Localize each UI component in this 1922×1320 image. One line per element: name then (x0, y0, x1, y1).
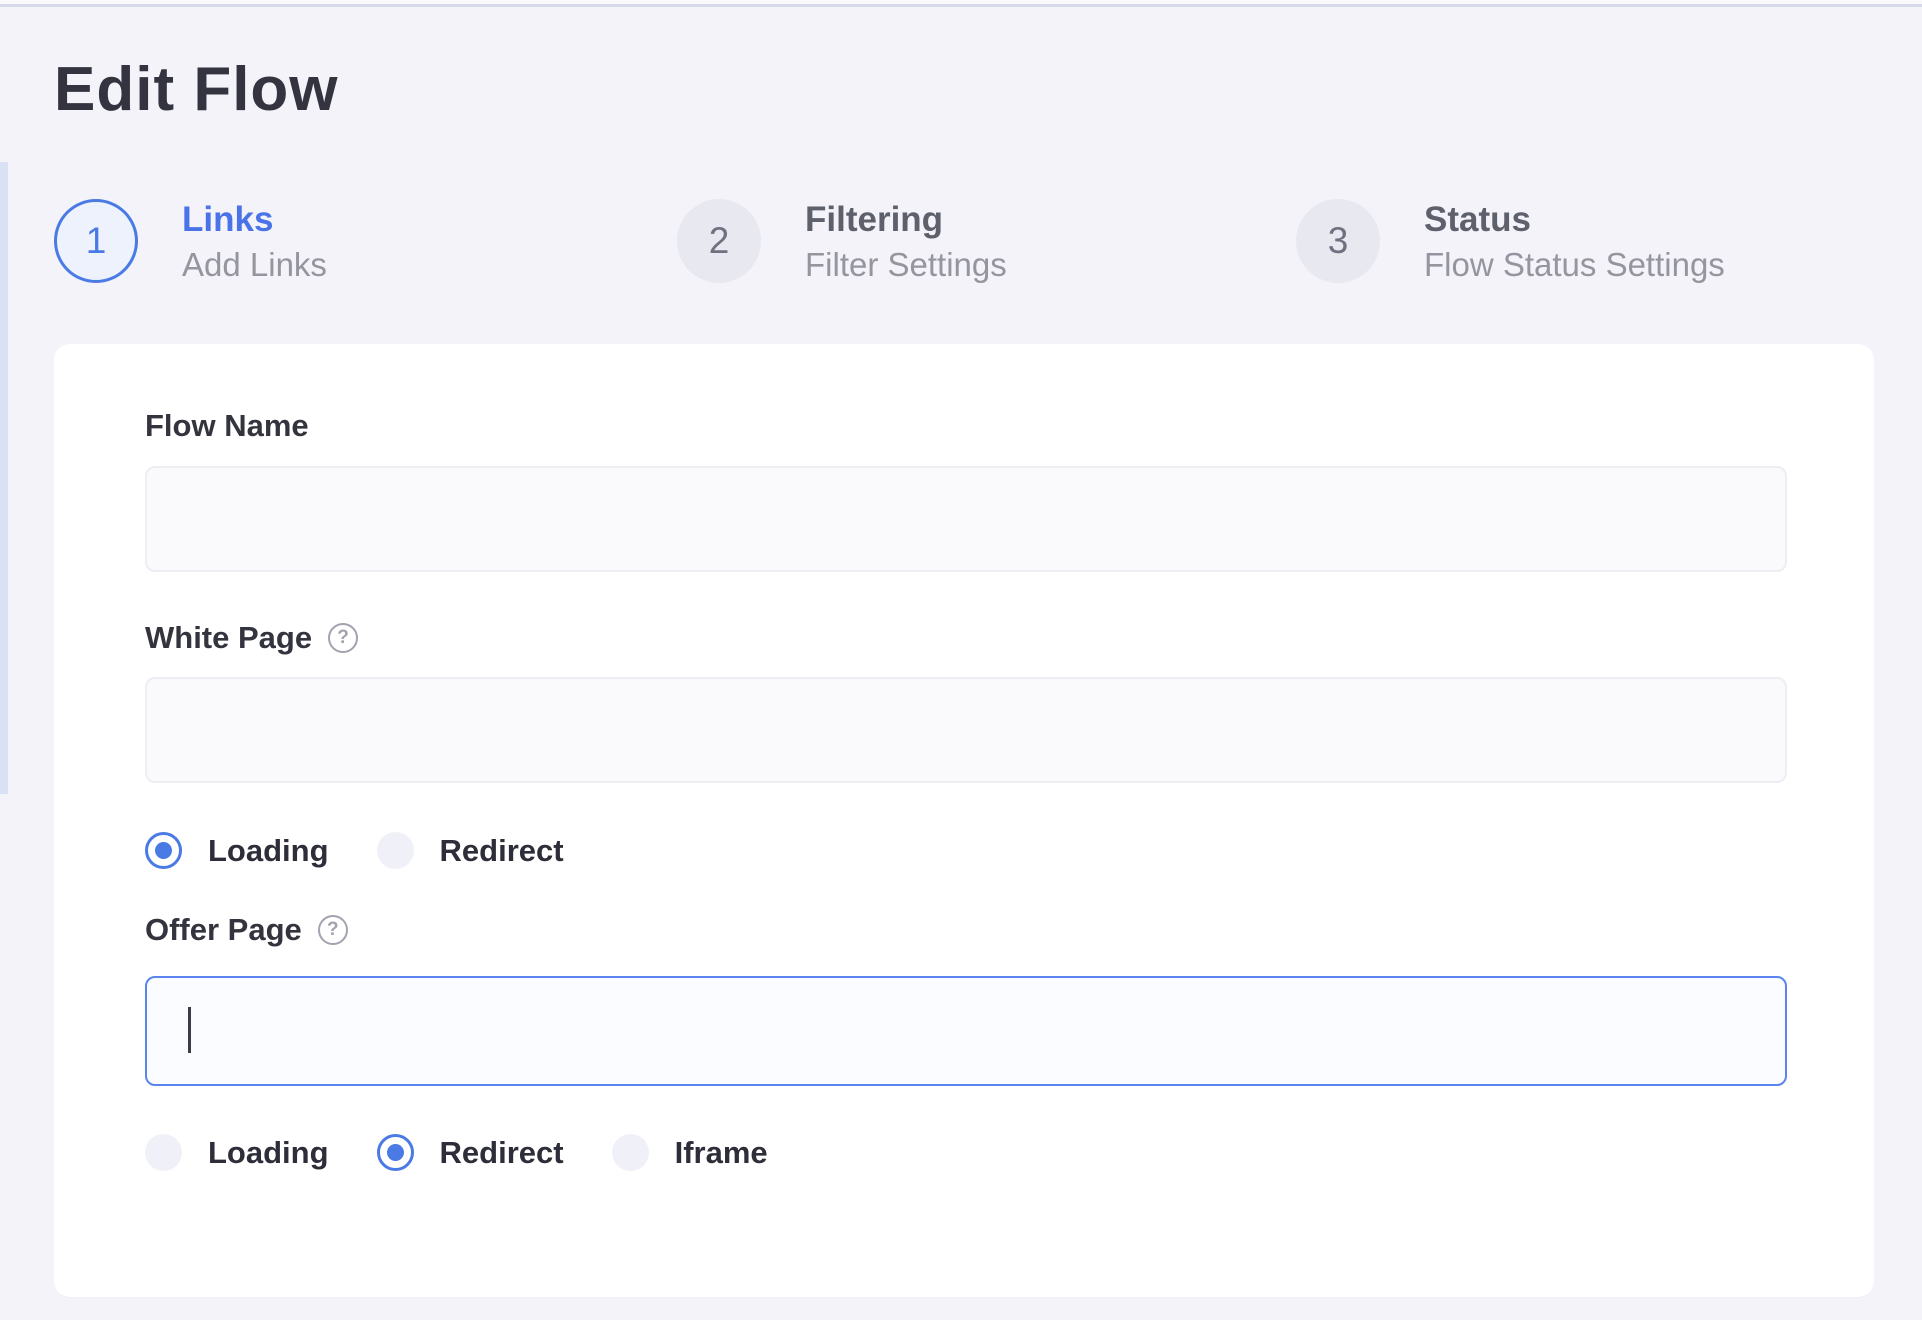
step-text: Status Flow Status Settings (1424, 202, 1725, 281)
step-subtitle: Filter Settings (805, 248, 1007, 281)
radio-iframe-label: Iframe (675, 1137, 768, 1168)
step-title: Status (1424, 202, 1725, 237)
form-card: Flow Name White Page ? Loading Redirect … (54, 344, 1874, 1297)
step-title: Filtering (805, 202, 1007, 237)
step-title: Links (182, 202, 327, 237)
stepper-step-links[interactable]: 1 Links Add Links (54, 199, 327, 283)
radio-option-loading[interactable]: Loading (145, 1134, 329, 1171)
offer-page-label-text: Offer Page (145, 914, 302, 945)
white-page-label-text: White Page (145, 622, 312, 653)
white-page-label: White Page ? (145, 622, 358, 653)
radio-option-iframe[interactable]: Iframe (612, 1134, 768, 1171)
offer-page-input[interactable] (145, 976, 1787, 1086)
step-subtitle: Add Links (182, 248, 327, 281)
white-page-input[interactable] (145, 677, 1787, 783)
stepper-step-status[interactable]: 3 Status Flow Status Settings (1296, 199, 1725, 283)
radio-redirect[interactable] (377, 832, 414, 869)
help-icon[interactable]: ? (328, 623, 358, 653)
radio-option-redirect[interactable]: Redirect (377, 832, 564, 869)
stepper: 1 Links Add Links 2 Filtering Filter Set… (0, 199, 1922, 287)
offer-page-label: Offer Page ? (145, 914, 348, 945)
step-subtitle: Flow Status Settings (1424, 248, 1725, 281)
step-number-badge: 3 (1296, 199, 1380, 283)
flow-name-label-text: Flow Name (145, 410, 309, 441)
step-text: Filtering Filter Settings (805, 202, 1007, 281)
top-divider (0, 0, 1922, 7)
page-title: Edit Flow (54, 56, 339, 124)
radio-option-loading[interactable]: Loading (145, 832, 329, 869)
radio-loading-label: Loading (208, 1137, 329, 1168)
flow-name-label: Flow Name (145, 410, 309, 441)
text-caret (188, 1007, 191, 1053)
offer-page-mode-radio-group: Loading Redirect Iframe (145, 1133, 816, 1171)
edit-flow-page: { "page": { "title": "Edit Flow" }, "ste… (0, 0, 1922, 1320)
radio-iframe[interactable] (612, 1134, 649, 1171)
radio-loading[interactable] (145, 1134, 182, 1171)
help-icon[interactable]: ? (318, 915, 348, 945)
step-number-badge: 2 (677, 199, 761, 283)
step-text: Links Add Links (182, 202, 327, 281)
stepper-step-filtering[interactable]: 2 Filtering Filter Settings (677, 199, 1007, 283)
radio-redirect[interactable] (377, 1134, 414, 1171)
offer-page-input-wrap (145, 976, 1787, 1086)
radio-loading[interactable] (145, 832, 182, 869)
radio-option-redirect[interactable]: Redirect (377, 1134, 564, 1171)
white-page-mode-radio-group: Loading Redirect (145, 831, 612, 869)
flow-name-input[interactable] (145, 466, 1787, 572)
radio-loading-label: Loading (208, 835, 329, 866)
radio-redirect-label: Redirect (440, 835, 564, 866)
radio-redirect-label: Redirect (440, 1137, 564, 1168)
step-number-badge: 1 (54, 199, 138, 283)
